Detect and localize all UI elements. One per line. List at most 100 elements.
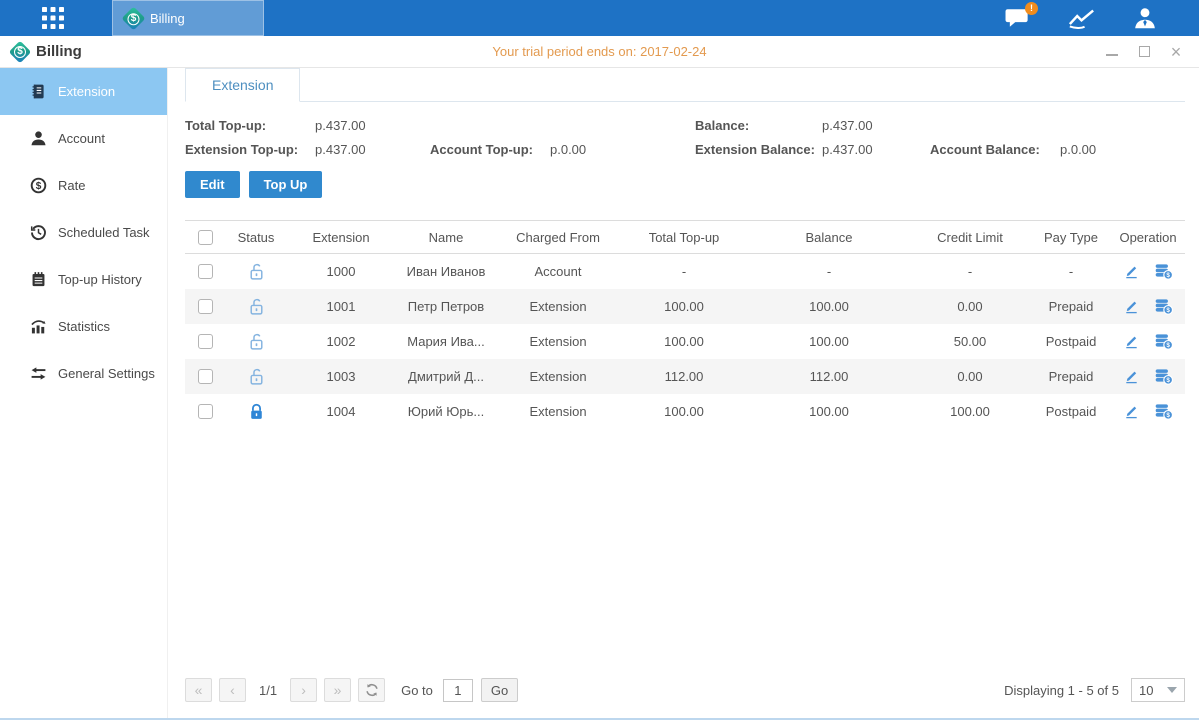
row-checkbox[interactable] [198,299,213,314]
edit-row-button[interactable] [1123,368,1140,384]
cell-credit-limit: - [909,254,1031,289]
dollar-circle-icon: $ [30,177,47,194]
select-all-checkbox[interactable] [198,230,213,245]
user-menu-button[interactable] [1133,7,1157,29]
edit-row-button[interactable] [1123,298,1140,314]
person-icon [30,130,47,147]
summary-panel: Total Top-up: p.437.00 Balance: p.437.00… [185,118,1185,157]
unlocked-icon [248,262,265,281]
top-up-row-button[interactable]: $ [1154,403,1173,420]
cell-extension: 1004 [287,394,395,429]
cell-credit-limit: 0.00 [909,289,1031,324]
app-grid-button[interactable] [36,0,70,36]
sidebar-item-extension[interactable]: Extension [0,68,167,115]
unlocked-icon [248,297,265,316]
sidebar-item-label: Rate [58,178,85,193]
coins-icon: $ [1154,298,1173,315]
sidebar-item-scheduled-task[interactable]: Scheduled Task [0,209,167,256]
column-charged-from: Charged From [497,221,619,254]
sliders-icon [30,365,47,382]
svg-text:$: $ [1166,342,1170,349]
cell-charged-from: Extension [497,359,619,394]
cell-balance: 100.00 [749,394,909,429]
bar-chart-icon [30,318,47,335]
trial-notice: Your trial period ends on: 2017-02-24 [492,44,706,59]
sidebar-item-rate[interactable]: $ Rate [0,162,167,209]
sidebar-item-statistics[interactable]: Statistics [0,303,167,350]
row-checkbox[interactable] [198,264,213,279]
cell-balance: 112.00 [749,359,909,394]
close-button[interactable]: × [1169,45,1183,59]
sidebar-item-label: General Settings [58,366,155,381]
total-topup-value: p.437.00 [315,118,430,133]
window-title-group: $ Billing [12,43,82,60]
refresh-button[interactable] [358,678,385,702]
row-checkbox[interactable] [198,334,213,349]
last-page-button[interactable]: » [324,678,351,702]
goto-page-input[interactable] [443,679,473,702]
tab-strip: Extension [185,68,1185,102]
row-checkbox[interactable] [198,369,213,384]
table-row: 1004 Юрий Юрь... Extension 100.00 100.00… [185,394,1185,429]
minimize-button[interactable] [1105,45,1119,59]
top-up-row-button[interactable]: $ [1154,298,1173,315]
edit-row-button[interactable] [1123,333,1140,349]
table-header-row: Status Extension Name Charged From Total… [185,221,1185,254]
table-row: 1001 Петр Петров Extension 100.00 100.00… [185,289,1185,324]
reports-button[interactable] [1068,8,1095,29]
svg-text:$: $ [1166,377,1170,384]
coins-icon: $ [1154,403,1173,420]
unlocked-icon [248,367,265,386]
cell-charged-from: Account [497,254,619,289]
page-size-select[interactable]: 10 [1131,678,1185,702]
coins-icon: $ [1154,263,1173,280]
lock-status-icon[interactable] [248,297,265,316]
tab-label: Extension [212,77,273,93]
sidebar-item-topup-history[interactable]: Top-up History [0,256,167,303]
cell-extension: 1003 [287,359,395,394]
balance-value: p.437.00 [822,118,930,133]
coins-icon: $ [1154,333,1173,350]
top-up-button[interactable]: Top Up [249,171,323,198]
taskbar-tab-billing[interactable]: $ Billing [112,0,264,36]
messages-button[interactable]: ! [1005,8,1030,29]
account-topup-value: p.0.00 [550,142,695,157]
svg-text:$: $ [1166,272,1170,279]
prev-page-button[interactable]: ‹ [219,678,246,702]
first-page-button[interactable]: « [185,678,212,702]
cell-total-topup: - [619,254,749,289]
lock-status-icon[interactable] [248,402,265,421]
edit-row-button[interactable] [1123,263,1140,279]
cell-total-topup: 112.00 [619,359,749,394]
edit-row-button[interactable] [1123,403,1140,419]
cell-pay-type: Prepaid [1031,359,1111,394]
sidebar-item-general-settings[interactable]: General Settings [0,350,167,397]
column-balance: Balance [749,221,909,254]
main-area: Extension Account $ Rate [0,68,1199,718]
cell-pay-type: - [1031,254,1111,289]
lock-status-icon[interactable] [248,262,265,281]
top-up-row-button[interactable]: $ [1154,333,1173,350]
svg-text:$: $ [36,181,42,192]
billing-window: $ Billing ! [0,0,1199,720]
page-indicator: 1/1 [259,683,277,698]
top-up-row-button[interactable]: $ [1154,263,1173,280]
cell-pay-type: Prepaid [1031,289,1111,324]
maximize-button[interactable] [1137,45,1151,59]
tab-extension[interactable]: Extension [185,68,300,102]
sidebar-item-label: Top-up History [58,272,142,287]
app-grid-icon [40,5,66,31]
lock-status-icon[interactable] [248,332,265,351]
row-checkbox[interactable] [198,404,213,419]
sidebar-item-account[interactable]: Account [0,115,167,162]
next-page-button[interactable]: › [290,678,317,702]
sidebar-item-label: Extension [58,84,115,99]
edit-button[interactable]: Edit [185,171,240,198]
history-clock-icon [30,224,47,241]
lock-status-icon[interactable] [248,367,265,386]
top-up-row-button[interactable]: $ [1154,368,1173,385]
sidebar-item-label: Scheduled Task [58,225,150,240]
ledger-icon [30,83,47,100]
cell-total-topup: 100.00 [619,289,749,324]
go-button[interactable]: Go [481,678,518,702]
